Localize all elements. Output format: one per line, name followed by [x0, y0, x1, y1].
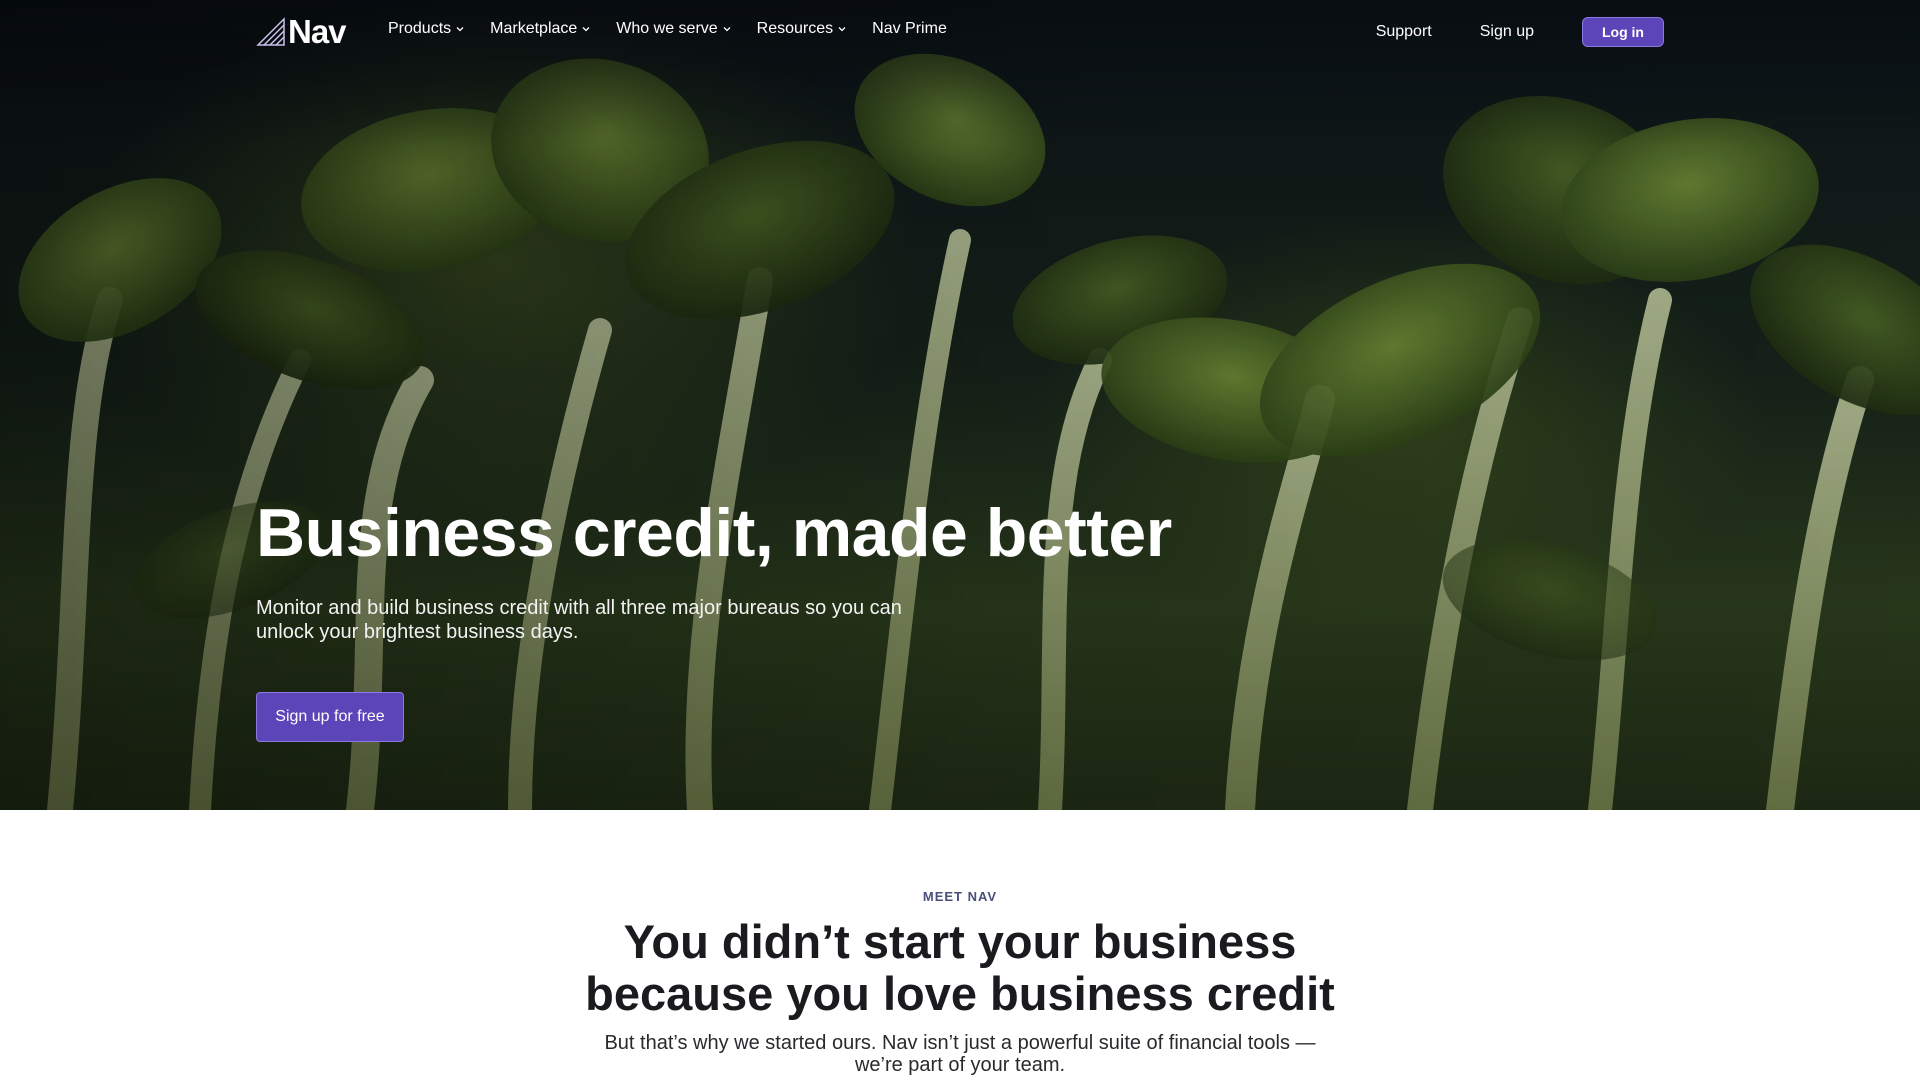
account-links: Support Sign up Log in — [1376, 17, 1664, 47]
support-link[interactable]: Support — [1376, 23, 1432, 41]
section-title: You didn’t start your business because y… — [0, 916, 1920, 1020]
main-menu: Products Marketplace Who we serve Resour… — [388, 20, 973, 38]
section-body-line: But that’s why we started ours. Nav isn’… — [604, 1032, 1316, 1054]
chevron-down-icon — [456, 27, 464, 32]
section-eyebrow: MEET NAV — [922, 889, 998, 904]
menu-item-who-we-serve[interactable]: Who we serve — [616, 20, 731, 38]
menu-item-label: Resources — [756, 20, 834, 37]
menu-item-resources[interactable]: Resources — [757, 20, 846, 38]
menu-item-label: Nav Prime — [872, 20, 947, 37]
menu-item-products[interactable]: Products — [388, 20, 464, 38]
signup-free-button[interactable]: Sign up for free — [256, 692, 404, 742]
hero-content: Business credit, made better Monitor and… — [256, 492, 1172, 742]
section-title-line: because you love business credit — [585, 967, 1335, 1020]
hero-subtitle-line: Monitor and build business credit with a… — [256, 597, 902, 619]
hero-subtitle-line: unlock your brightest business days. — [256, 621, 579, 643]
chevron-down-icon — [723, 27, 731, 32]
logo-text: Nav — [288, 13, 347, 50]
hero-subtitle: Monitor and build business credit with a… — [256, 596, 976, 644]
menu-item-marketplace[interactable]: Marketplace — [490, 20, 590, 38]
top-navigation: Nav Products Marketplace Who we serve Re… — [0, 0, 1920, 64]
menu-item-label: Who we serve — [616, 20, 718, 37]
signup-link[interactable]: Sign up — [1480, 23, 1534, 41]
section-body-line: we’re part of your team. — [854, 1054, 1066, 1076]
meet-nav-section: MEET NAV You didn’t start your business … — [0, 810, 1920, 1076]
login-button[interactable]: Log in — [1582, 17, 1664, 47]
nav-logo[interactable]: Nav — [256, 13, 347, 50]
menu-item-nav-prime[interactable]: Nav Prime — [872, 20, 947, 38]
menu-item-label: Products — [388, 20, 452, 37]
section-body: But that’s why we started ours. Nav isn’… — [0, 1032, 1920, 1076]
chevron-down-icon — [582, 27, 590, 32]
section-title-line: You didn’t start your business — [623, 915, 1297, 968]
chevron-down-icon — [838, 27, 846, 32]
hero-section: Nav Products Marketplace Who we serve Re… — [0, 0, 1920, 810]
hero-title: Business credit, made better — [256, 495, 1172, 571]
nav-logo-icon — [256, 17, 285, 46]
menu-item-label: Marketplace — [490, 20, 578, 37]
